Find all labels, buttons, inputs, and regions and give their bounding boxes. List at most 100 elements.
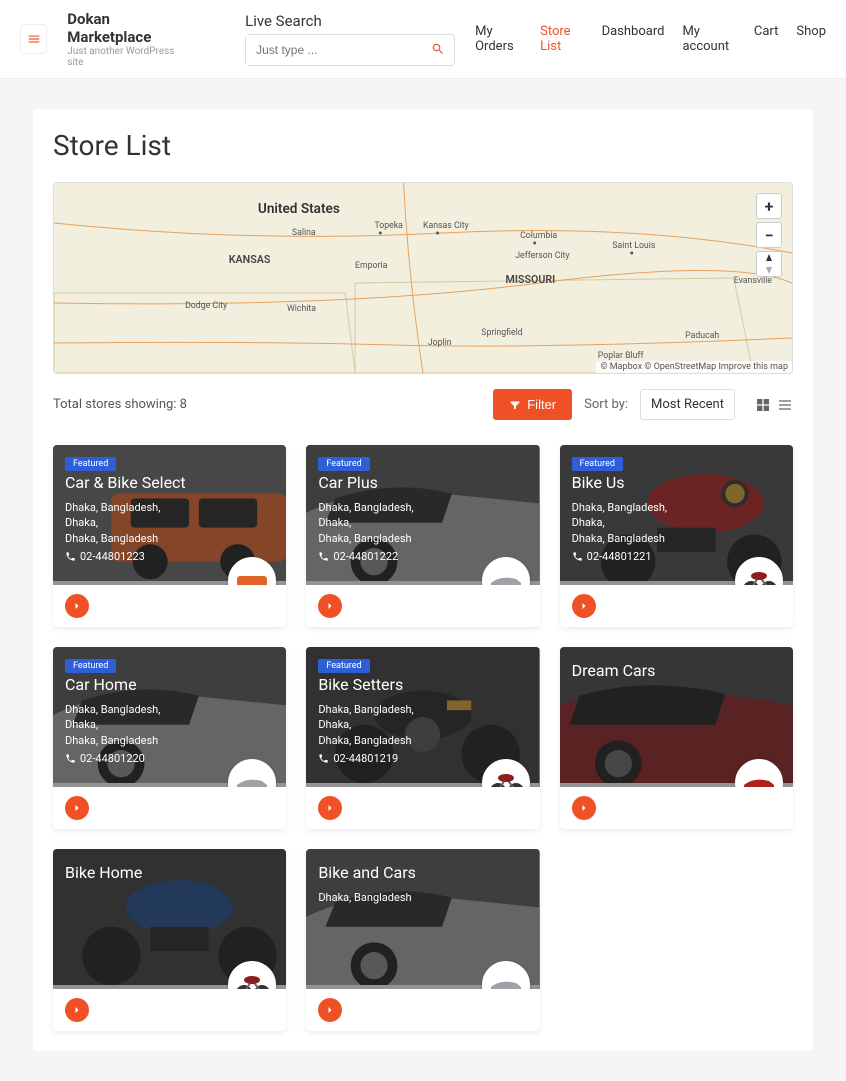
store-visit-button[interactable]: [318, 998, 342, 1022]
toolbar: Total stores showing: 8 Filter Sort by: …: [53, 374, 793, 425]
store-name: Car & Bike Select: [65, 473, 274, 492]
search-button[interactable]: [421, 35, 455, 65]
map-compass-button[interactable]: [756, 251, 782, 277]
svg-text:Topeka: Topeka: [374, 221, 403, 231]
main-container: Store List United States KANSAS MISSOURI…: [33, 109, 813, 1051]
sort-select[interactable]: Most Recent: [640, 389, 735, 420]
search-icon: [431, 42, 445, 56]
store-name: Car Plus: [318, 473, 527, 492]
store-banner[interactable]: Featured Car Home Dhaka, Bangladesh,Dhak…: [53, 647, 286, 787]
arrow-right-icon: [71, 600, 83, 612]
store-card: Bike and Cars Dhaka, Bangladesh: [306, 849, 539, 1031]
store-address: Dhaka, Bangladesh,Dhaka,Dhaka, Banglades…: [318, 702, 527, 748]
svg-text:KANSAS: KANSAS: [229, 253, 271, 266]
brand-title: Dokan Marketplace: [67, 10, 185, 46]
store-card-footer: [560, 585, 793, 627]
store-address: Dhaka, Bangladesh,Dhaka,Dhaka, Banglades…: [65, 500, 274, 546]
grid-view-icon[interactable]: [755, 397, 771, 413]
nav-link-my-account[interactable]: My account: [682, 24, 735, 54]
featured-badge: Featured: [65, 457, 116, 471]
nav-link-cart[interactable]: Cart: [754, 24, 779, 54]
store-name: Dream Cars: [572, 661, 781, 680]
store-address: Dhaka, Bangladesh: [318, 890, 527, 905]
store-name: Bike Setters: [318, 675, 527, 694]
store-visit-button[interactable]: [318, 594, 342, 618]
svg-text:Wichita: Wichita: [287, 304, 316, 314]
store-card: Dream Cars: [560, 647, 793, 829]
search-area: Live Search: [245, 12, 455, 66]
store-name: Bike and Cars: [318, 863, 527, 882]
header: Dokan Marketplace Just another WordPress…: [0, 0, 846, 79]
svg-text:Jefferson City: Jefferson City: [515, 251, 570, 261]
store-card-footer: [53, 989, 286, 1031]
store-visit-button[interactable]: [65, 998, 89, 1022]
store-card-footer: [306, 585, 539, 627]
store-card-footer: [306, 989, 539, 1031]
store-visit-button[interactable]: [572, 796, 596, 820]
arrow-right-icon: [324, 1004, 336, 1016]
nav-link-shop[interactable]: Shop: [796, 24, 826, 54]
map[interactable]: United States KANSAS MISSOURI Topeka Kan…: [54, 183, 792, 373]
nav-link-store-list[interactable]: Store List: [540, 24, 583, 54]
sort-label: Sort by:: [584, 397, 628, 412]
search-input[interactable]: [246, 35, 421, 65]
store-banner[interactable]: Featured Bike Setters Dhaka, Bangladesh,…: [306, 647, 539, 787]
arrow-right-icon: [324, 600, 336, 612]
map-label-us: United States: [258, 201, 340, 217]
svg-text:Dodge City: Dodge City: [185, 301, 228, 311]
arrow-right-icon: [71, 802, 83, 814]
phone-icon: [65, 753, 76, 764]
hamburger-icon: [27, 32, 41, 46]
store-name: Bike Home: [65, 863, 274, 882]
store-card: Featured Car Plus Dhaka, Bangladesh,Dhak…: [306, 445, 539, 627]
store-banner[interactable]: Featured Car & Bike Select Dhaka, Bangla…: [53, 445, 286, 585]
svg-text:Saint Louis: Saint Louis: [612, 241, 655, 251]
featured-badge: Featured: [65, 659, 116, 673]
store-card: Featured Bike Us Dhaka, Bangladesh,Dhaka…: [560, 445, 793, 627]
store-card-footer: [560, 787, 793, 829]
store-banner[interactable]: Featured Bike Us Dhaka, Bangladesh,Dhaka…: [560, 445, 793, 585]
store-visit-button[interactable]: [65, 594, 89, 618]
filter-icon: [509, 399, 521, 411]
phone-icon: [65, 551, 76, 562]
store-banner[interactable]: Bike Home: [53, 849, 286, 989]
store-banner[interactable]: Bike and Cars Dhaka, Bangladesh: [306, 849, 539, 989]
featured-badge: Featured: [318, 457, 369, 471]
store-card-footer: [53, 787, 286, 829]
arrow-right-icon: [71, 1004, 83, 1016]
arrow-right-icon: [578, 600, 590, 612]
filter-label: Filter: [527, 397, 556, 412]
svg-text:Salina: Salina: [292, 228, 316, 238]
store-card: Featured Bike Setters Dhaka, Bangladesh,…: [306, 647, 539, 829]
store-address: Dhaka, Bangladesh,Dhaka,Dhaka, Banglades…: [65, 702, 274, 748]
svg-text:Evansville: Evansville: [734, 276, 773, 286]
store-card-footer: [306, 787, 539, 829]
menu-toggle-button[interactable]: [20, 24, 47, 54]
store-card: Featured Car & Bike Select Dhaka, Bangla…: [53, 445, 286, 627]
nav-link-dashboard[interactable]: Dashboard: [602, 24, 665, 54]
store-card: Bike Home: [53, 849, 286, 1031]
map-zoom-out-button[interactable]: −: [756, 222, 782, 248]
map-wrap: United States KANSAS MISSOURI Topeka Kan…: [53, 182, 793, 374]
list-view-icon[interactable]: [777, 397, 793, 413]
map-zoom-in-button[interactable]: +: [756, 193, 782, 219]
svg-text:Paducah: Paducah: [685, 331, 719, 341]
nav-link-my-orders[interactable]: My Orders: [475, 24, 522, 54]
svg-text:Joplin: Joplin: [428, 338, 452, 348]
store-visit-button[interactable]: [318, 796, 342, 820]
phone-icon: [318, 753, 329, 764]
nav: My Orders Store List Dashboard My account Ca…: [475, 24, 826, 54]
svg-text:Poplar Bluff: Poplar Bluff: [598, 351, 645, 361]
svg-text:Emporia: Emporia: [355, 261, 388, 271]
store-grid: Featured Car & Bike Select Dhaka, Bangla…: [53, 445, 793, 1031]
store-visit-button[interactable]: [65, 796, 89, 820]
svg-text:Columbia: Columbia: [520, 231, 557, 241]
store-banner[interactable]: Featured Car Plus Dhaka, Bangladesh,Dhak…: [306, 445, 539, 585]
store-name: Car Home: [65, 675, 274, 694]
brand-subtitle: Just another WordPress site: [67, 46, 185, 68]
search-box: [245, 34, 455, 66]
store-visit-button[interactable]: [572, 594, 596, 618]
store-banner[interactable]: Dream Cars: [560, 647, 793, 787]
store-card-footer: [53, 585, 286, 627]
filter-button[interactable]: Filter: [493, 389, 572, 420]
